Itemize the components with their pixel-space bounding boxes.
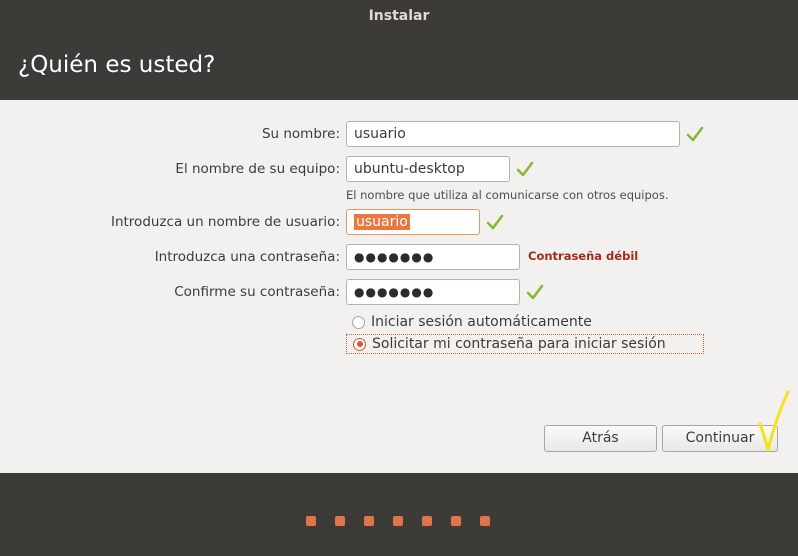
progress-dot bbox=[335, 516, 345, 526]
password-strength: Contraseña débil bbox=[528, 249, 639, 263]
page-title: ¿Quién es usted? bbox=[18, 52, 216, 78]
annotation-check-icon bbox=[758, 390, 790, 452]
radio-icon[interactable] bbox=[352, 315, 365, 329]
radio-require-password[interactable]: Solicitar mi contraseña para iniciar ses… bbox=[346, 334, 704, 354]
confirm-check-icon bbox=[526, 284, 544, 300]
password-input[interactable]: ●●●●●●● bbox=[346, 244, 520, 270]
radio-selected-icon[interactable] bbox=[353, 337, 366, 351]
confirm-label: Confirme su contraseña: bbox=[174, 284, 340, 300]
username-selected-text: usuario bbox=[354, 214, 410, 230]
page-header: ¿Quién es usted? bbox=[0, 30, 798, 100]
progress-dot bbox=[451, 516, 461, 526]
confirm-password-mask: ●●●●●●● bbox=[354, 285, 435, 299]
username-label: Introduzca un nombre de usuario: bbox=[110, 214, 340, 230]
name-input[interactable]: usuario bbox=[346, 121, 680, 147]
name-check-icon bbox=[686, 126, 704, 142]
progress-dot bbox=[480, 516, 490, 526]
computer-label: El nombre de su equipo: bbox=[175, 161, 340, 177]
password-label: Introduzca una contraseña: bbox=[154, 249, 340, 265]
window-title: Instalar bbox=[368, 8, 430, 24]
progress-dot bbox=[393, 516, 403, 526]
progress-dot bbox=[422, 516, 432, 526]
window-titlebar: Instalar bbox=[0, 0, 798, 30]
progress-footer bbox=[0, 473, 798, 556]
form-panel: Su nombre: usuario El nombre de su equip… bbox=[0, 100, 798, 473]
username-check-icon bbox=[486, 214, 504, 230]
radio-auto-login-label: Iniciar sesión automáticamente bbox=[371, 314, 592, 330]
radio-auto-login[interactable]: Iniciar sesión automáticamente bbox=[346, 312, 592, 332]
confirm-password-input[interactable]: ●●●●●●● bbox=[346, 279, 520, 305]
password-mask: ●●●●●●● bbox=[354, 250, 435, 264]
computer-check-icon bbox=[516, 161, 534, 177]
computer-name-input[interactable]: ubuntu-desktop bbox=[346, 156, 510, 182]
back-button[interactable]: Atrás bbox=[544, 425, 657, 452]
progress-dot bbox=[306, 516, 316, 526]
radio-require-password-label: Solicitar mi contraseña para iniciar ses… bbox=[372, 336, 666, 352]
name-label: Su nombre: bbox=[261, 126, 340, 142]
username-input[interactable]: usuario bbox=[346, 209, 480, 235]
computer-name-hint: El nombre que utiliza al comunicarse con… bbox=[346, 188, 669, 202]
progress-dot bbox=[364, 516, 374, 526]
